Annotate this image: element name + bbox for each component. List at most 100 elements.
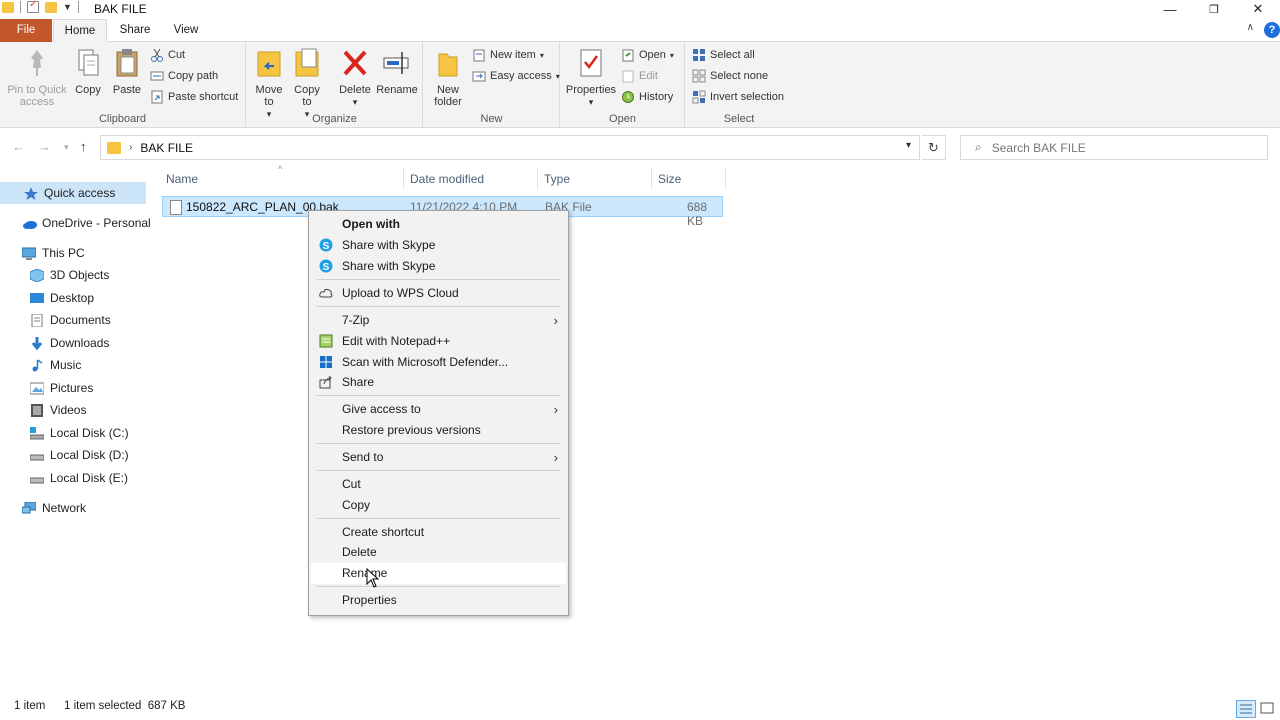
easy-access-button[interactable]: Easy access ▾	[472, 67, 560, 85]
menu-separator	[317, 443, 560, 444]
minimize-button[interactable]: —	[1148, 0, 1192, 18]
delete-button[interactable]: Delete ▾	[337, 46, 373, 108]
new-folder-button[interactable]: New folder	[430, 46, 466, 108]
chevron-right-icon[interactable]: ›	[129, 142, 132, 153]
menu-item-open-with[interactable]: Open with	[311, 214, 566, 235]
cut-button[interactable]: Cut	[150, 46, 185, 64]
refresh-icon[interactable]: ↻	[922, 135, 946, 160]
menu-item-create-shortcut[interactable]: Create shortcut	[311, 522, 566, 543]
menu-item-properties[interactable]: Properties	[311, 590, 566, 611]
context-menu: Open with S Share with Skype S Share wit…	[308, 210, 569, 616]
edit-button[interactable]: Edit	[621, 67, 658, 85]
menu-item-share[interactable]: Share	[311, 372, 566, 393]
paste-shortcut-icon	[150, 90, 164, 104]
network-icon	[21, 501, 37, 515]
forward-arrow-icon[interactable]: →	[38, 139, 51, 154]
address-dropdown-icon[interactable]: ▾	[906, 140, 911, 151]
move-to-button[interactable]: Move to ▾	[253, 46, 285, 120]
menu-item-restore-previous-versions[interactable]: Restore previous versions	[311, 420, 566, 441]
menu-item-rename[interactable]: Rename	[311, 563, 566, 584]
sidebar-item-downloads[interactable]: Downloads	[0, 332, 146, 354]
up-arrow-icon[interactable]: ↑	[80, 139, 87, 154]
sidebar-item-pictures[interactable]: Pictures	[0, 377, 146, 399]
navigation-bar: ← → ▾ ↑ › BAK FILE ▾ ↻ ⌕ Search BAK FILE	[0, 131, 1280, 163]
close-button[interactable]: ✕	[1236, 0, 1280, 18]
tab-share[interactable]: Share	[110, 19, 160, 42]
copy-to-button[interactable]: Copy to ▾	[291, 46, 323, 120]
tab-file[interactable]: File	[0, 19, 52, 42]
sidebar-item-desktop[interactable]: Desktop	[0, 287, 146, 309]
tab-home[interactable]: Home	[53, 19, 107, 43]
recent-locations-chevron-icon[interactable]: ▾	[64, 142, 69, 153]
properties-icon	[576, 46, 606, 80]
menu-separator	[317, 306, 560, 307]
menu-item-share-with-skype[interactable]: S Share with Skype	[311, 256, 566, 277]
rename-icon	[382, 46, 412, 80]
sidebar-item-network[interactable]: Network	[0, 497, 146, 519]
sidebar-item-3d-objects[interactable]: 3D Objects	[0, 264, 146, 286]
sidebar-item-music[interactable]: Music	[0, 354, 146, 376]
navigation-pane: Quick access OneDrive - Personal This PC…	[0, 175, 151, 695]
select-none-icon	[692, 69, 706, 83]
menu-item-cut[interactable]: Cut	[311, 474, 566, 495]
column-header-name[interactable]: Name	[160, 168, 404, 190]
menu-item-give-access-to[interactable]: Give access to ›	[311, 399, 566, 420]
sidebar-item-local-disk-e[interactable]: Local Disk (E:)	[0, 467, 146, 489]
sidebar-item-local-disk-d[interactable]: Local Disk (D:)	[0, 444, 146, 466]
help-icon[interactable]: ?	[1264, 22, 1280, 38]
history-button[interactable]: History	[621, 88, 673, 106]
details-view-icon[interactable]	[1236, 700, 1256, 718]
sidebar-item-quick-access[interactable]: Quick access	[0, 182, 146, 204]
menu-item-send-to[interactable]: Send to ›	[311, 447, 566, 468]
pin-to-quick-access-button[interactable]: Pin to Quick access	[4, 46, 70, 108]
selection-info: 1 item selected 687 KB	[64, 700, 186, 712]
folder-icon	[107, 141, 121, 154]
sidebar-item-onedrive[interactable]: OneDrive - Personal	[0, 212, 151, 234]
properties-button[interactable]: Properties ▾	[565, 46, 617, 108]
address-path[interactable]: BAK FILE	[140, 141, 193, 155]
large-icons-view-icon[interactable]	[1258, 700, 1278, 718]
paste-shortcut-button[interactable]: Paste shortcut	[150, 88, 238, 106]
column-header-size[interactable]: Size	[652, 168, 726, 190]
group-label-open: Open	[609, 113, 636, 125]
menu-item-edit-with-notepad-plus-plus[interactable]: Edit with Notepad++	[311, 331, 566, 352]
menu-item-scan-with-microsoft-defender[interactable]: Scan with Microsoft Defender...	[311, 352, 566, 373]
menu-item-copy[interactable]: Copy	[311, 495, 566, 516]
invert-selection-button[interactable]: Invert selection	[692, 88, 784, 106]
select-none-button[interactable]: Select none	[692, 67, 768, 85]
sidebar-item-documents[interactable]: Documents	[0, 309, 146, 331]
desktop-icon	[30, 292, 44, 305]
copy-path-button[interactable]: Copy path	[150, 67, 218, 85]
menu-item-share-with-skype[interactable]: S Share with Skype	[311, 235, 566, 256]
separator	[20, 1, 21, 13]
column-header-type[interactable]: Type	[538, 168, 652, 190]
tab-view[interactable]: View	[162, 19, 210, 42]
history-icon	[621, 90, 635, 104]
search-box[interactable]: ⌕ Search BAK FILE	[960, 135, 1268, 160]
customize-toolbar-arrow-icon[interactable]: ▼	[63, 2, 72, 12]
share-icon	[319, 375, 333, 389]
back-arrow-icon[interactable]: ←	[12, 139, 25, 154]
select-all-button[interactable]: Select all	[692, 46, 755, 64]
sidebar-item-this-pc[interactable]: This PC	[0, 242, 146, 264]
open-button[interactable]: Open ▾	[621, 46, 674, 64]
collapse-ribbon-icon[interactable]: ∧	[1247, 22, 1254, 33]
paste-button[interactable]: Paste	[108, 46, 146, 96]
column-header-date-modified[interactable]: Date modified	[404, 168, 538, 190]
new-folder-icon[interactable]	[45, 1, 57, 13]
new-item-button[interactable]: New item ▾	[472, 46, 544, 64]
download-icon	[30, 336, 44, 350]
sidebar-item-local-disk-c[interactable]: Local Disk (C:)	[0, 422, 146, 444]
menu-item-upload-to-wps-cloud[interactable]: Upload to WPS Cloud	[311, 283, 566, 304]
copy-button[interactable]: Copy	[70, 46, 106, 96]
sidebar-item-videos[interactable]: Videos	[0, 399, 146, 421]
address-bar[interactable]: › BAK FILE ▾	[100, 135, 920, 160]
menu-separator	[317, 279, 560, 280]
restore-button[interactable]: ❐	[1192, 0, 1236, 18]
rename-button[interactable]: Rename	[375, 46, 419, 96]
search-input[interactable]: Search BAK FILE	[992, 141, 1086, 155]
properties-check-icon[interactable]	[27, 0, 39, 13]
menu-item-7-zip[interactable]: 7-Zip ›	[311, 310, 566, 331]
menu-item-delete[interactable]: Delete	[311, 542, 566, 563]
submenu-arrow-icon: ›	[553, 313, 558, 328]
